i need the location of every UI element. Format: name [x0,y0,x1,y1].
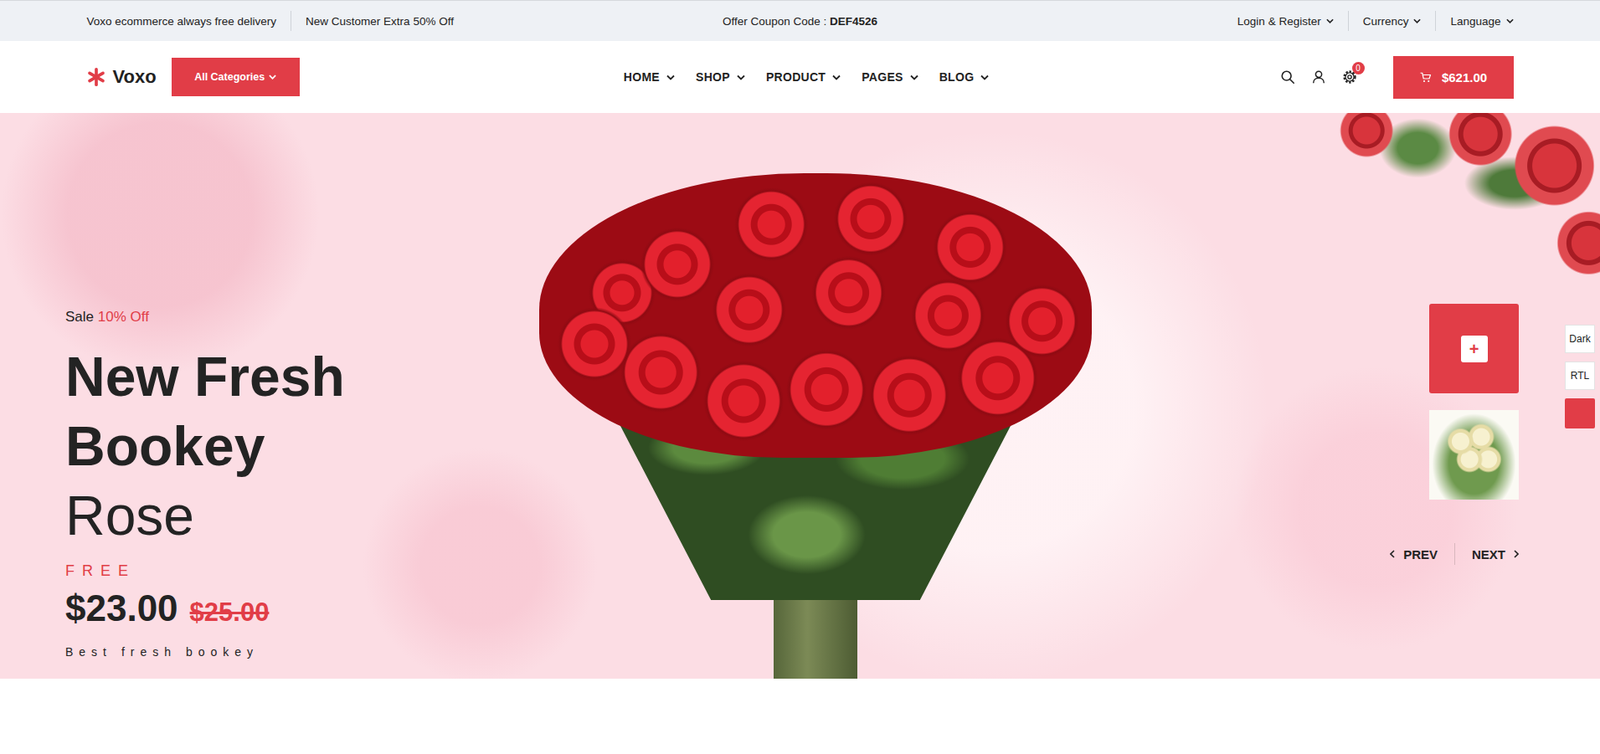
top-menu[interactable]: Language [1450,15,1513,28]
chevron-down-icon [1506,18,1514,24]
header: Voxo All Categories HOME SHOP PRODUCT PAG… [0,41,1600,114]
plus-icon: + [1461,335,1488,363]
chevron-down-icon [736,74,746,81]
chevron-down-icon [910,74,919,81]
notice: New Customer Extra 50% Off [305,15,454,28]
color-swatch[interactable] [1564,398,1595,429]
hero-text: Sale 10% Off New FreshBookeyRose FREE $23.0… [65,113,535,680]
search-icon[interactable] [1280,69,1296,85]
notice: Voxo ecommerce always free delivery [87,15,278,28]
nav-item[interactable]: SHOP [695,70,746,84]
price: $23.00$25.00 [65,588,535,633]
divider [1435,10,1436,31]
hero-title: New FreshBookeyRose [65,342,535,551]
bouquet-photo [530,173,1103,680]
cart-icon [1419,71,1432,84]
logo[interactable]: Voxo [87,66,157,88]
hero-subtitle: Rose [65,481,535,551]
chevron-down-icon [980,74,989,81]
main-nav: HOME SHOP PRODUCT PAGES BLOG [623,70,990,84]
prev-button[interactable]: PREV [1389,547,1438,562]
coupon-code: DEF4526 [829,15,878,28]
nav-item[interactable]: PRODUCT [766,70,841,84]
side-button[interactable]: Dark [1564,324,1595,354]
divider [1454,543,1456,566]
chevron-down-icon [1413,18,1421,24]
chevron-down-icon [268,74,277,80]
slide-thumb[interactable]: + [1429,303,1519,394]
chevron-down-icon [832,74,841,81]
top-bar: Voxo ecommerce always free delivery New C… [0,0,1600,42]
all-categories-button[interactable]: All Categories [171,57,300,97]
page: Voxo ecommerce always free delivery New C… [0,0,1600,754]
top-menu[interactable]: Currency [1363,15,1422,28]
hero-banner: Sale 10% Off New FreshBookeyRose FREE $23.0… [0,113,1600,680]
side-button[interactable]: RTL [1564,361,1595,391]
settings-button[interactable]: 0 [1342,69,1358,85]
nav-item[interactable]: BLOG [939,70,990,84]
slider-controls: + PREV NEXT [1370,113,1600,680]
settings-badge: 0 [1352,61,1365,75]
chevron-right-icon [1513,550,1519,559]
old-price: $25.00 [190,592,270,633]
divider [1347,10,1349,31]
nav-item[interactable]: PAGES [861,70,918,84]
roses-decoration [1315,113,1600,289]
chevron-down-icon [1326,18,1334,24]
coupon: Offer Coupon Code : DEF4526 [722,15,878,28]
top-menu[interactable]: Login & Register [1237,15,1334,28]
divider [290,10,292,31]
side-tools: Dark RTL [1564,324,1595,429]
sale-label: Sale 10% Off [65,308,535,326]
chevron-left-icon [1389,550,1395,559]
nav-item[interactable]: HOME [623,70,675,84]
slide-thumb[interactable] [1429,410,1519,500]
cart-button[interactable]: $621.00 [1393,56,1514,99]
chevron-down-icon [666,74,675,81]
next-button[interactable]: NEXT [1471,547,1519,562]
asterisk-icon [87,67,106,87]
free-tag: FREE [65,562,535,580]
user-icon[interactable] [1311,69,1327,85]
caption: Best fresh bookey [65,644,535,660]
